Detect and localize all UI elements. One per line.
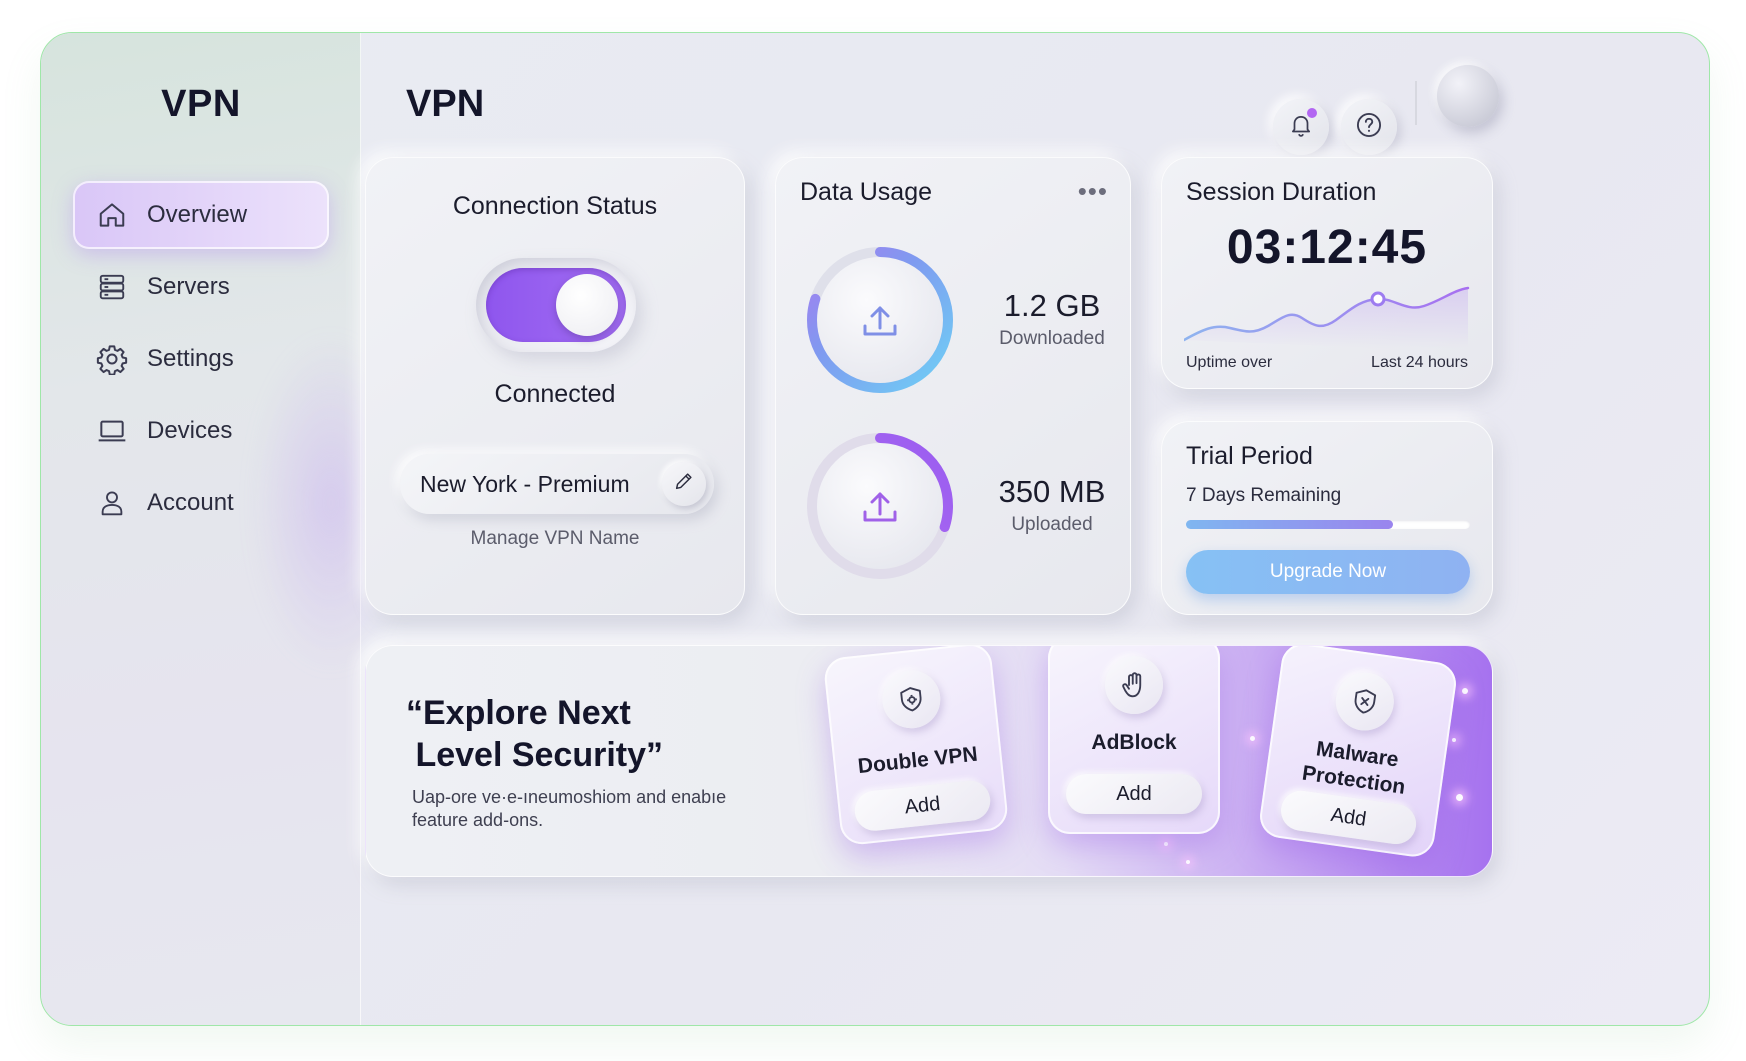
trial-remaining: 7 Days Remaining <box>1186 485 1342 506</box>
shield-settings-icon <box>879 667 944 732</box>
explore-banner: “Explore Next Level Security” Uap-ore ve… <box>365 645 1493 877</box>
upgrade-now-button[interactable]: Upgrade Now <box>1186 550 1470 594</box>
vpn-name-value: New York - Premium <box>420 470 630 497</box>
avatar[interactable] <box>1437 65 1499 127</box>
explore-title: “Explore Next Level Security” <box>406 692 663 776</box>
addon-card-adblock: AdBlock Add <box>1048 646 1220 834</box>
shield-x-icon <box>1332 668 1398 735</box>
hand-stop-icon <box>1105 656 1163 714</box>
sidebar-item-label: Devices <box>147 417 233 444</box>
sidebar-item-label: Account <box>147 489 234 516</box>
sparkle <box>1250 736 1255 741</box>
session-duration-card: Session Duration 03:12:45 Uptime over La… <box>1161 157 1493 389</box>
session-timer: 03:12:45 <box>1226 221 1428 274</box>
download-ring <box>807 247 953 393</box>
sidebar-item-label: Servers <box>147 273 230 300</box>
home-icon <box>95 198 129 232</box>
downloaded-value: 1.2 GB <box>1003 288 1101 323</box>
laptop-icon <box>95 414 129 448</box>
gear-icon <box>95 342 129 376</box>
sidebar-brand: VPN <box>161 83 241 125</box>
downloaded-label: Downloaded <box>999 328 1105 349</box>
sparkle <box>1186 860 1190 864</box>
sparkle <box>1456 794 1463 801</box>
sidebar-item-settings[interactable]: Settings <box>73 325 329 393</box>
uploaded-label: Uploaded <box>1011 514 1093 535</box>
card-title: Data Usage <box>800 178 933 206</box>
sidebar-item-devices[interactable]: Devices <box>73 397 329 465</box>
addon-name: Double VPN <box>856 742 979 779</box>
toggle-knob[interactable] <box>556 274 618 336</box>
page-title: VPN <box>406 83 485 125</box>
notification-badge <box>1307 108 1317 118</box>
user-icon <box>95 486 129 520</box>
uploaded-value: 350 MB <box>998 474 1106 509</box>
connection-state: Connected <box>494 380 616 408</box>
upload-ring <box>807 433 953 579</box>
trial-period-card: Trial Period 7 Days Remaining Upgrade No… <box>1161 421 1493 615</box>
addon-name: AdBlock <box>1091 731 1177 754</box>
uptime-caption: Uptime over <box>1186 354 1273 371</box>
header-divider <box>1415 81 1417 125</box>
addon-card-malware-protection: Malware Protection Add <box>1257 646 1459 860</box>
explore-title-line: “Explore Next <box>406 694 631 732</box>
uptime-sparkline <box>1184 286 1470 348</box>
sidebar-item-label: Overview <box>147 201 248 228</box>
sidebar-item-label: Settings <box>147 345 234 372</box>
help-icon <box>1355 111 1383 144</box>
explore-title-line: Level Security” <box>406 736 664 774</box>
manage-vpn-name-link[interactable]: Manage VPN Name <box>366 528 744 550</box>
addon-card-double-vpn: Double VPN Add <box>822 646 1010 847</box>
sparkle <box>1462 688 1468 694</box>
data-usage-card: Data Usage ••• 1.2 GB Downloaded 350 MB … <box>775 157 1131 615</box>
explore-description: Uap-ore ve·e-ıneumoshiom and enabıe feat… <box>412 787 727 830</box>
vpn-name-field[interactable]: New York - Premium <box>400 454 714 514</box>
server-icon <box>95 270 129 304</box>
trial-progress-fill <box>1186 520 1394 529</box>
app-window: VPN Overview Servers Settings Devices Ac… <box>40 32 1710 1026</box>
pencil-icon <box>673 470 695 498</box>
sidebar-item-servers[interactable]: Servers <box>73 253 329 321</box>
card-title: Session Duration <box>1186 178 1377 206</box>
edit-vpn-name-button[interactable] <box>662 462 706 506</box>
notifications-button[interactable] <box>1273 99 1329 155</box>
uptime-range: Last 24 hours <box>1371 354 1468 371</box>
sidebar-item-overview[interactable]: Overview <box>73 181 329 249</box>
card-title: Connection Status <box>452 192 658 220</box>
help-button[interactable] <box>1341 99 1397 155</box>
connection-status-card: Connection Status Connected New York - P… <box>365 157 745 615</box>
card-title: Trial Period <box>1186 442 1313 470</box>
add-adblock-button[interactable]: Add <box>1066 774 1202 814</box>
sidebar-item-account[interactable]: Account <box>73 469 329 537</box>
add-double-vpn-button[interactable]: Add <box>852 778 993 833</box>
sparkle <box>1452 738 1456 742</box>
trial-progress-bar <box>1186 520 1470 529</box>
sparkle <box>1164 842 1168 846</box>
sidebar: VPN Overview Servers Settings Devices Ac… <box>41 33 411 1025</box>
more-options-icon[interactable]: ••• <box>1078 176 1108 207</box>
